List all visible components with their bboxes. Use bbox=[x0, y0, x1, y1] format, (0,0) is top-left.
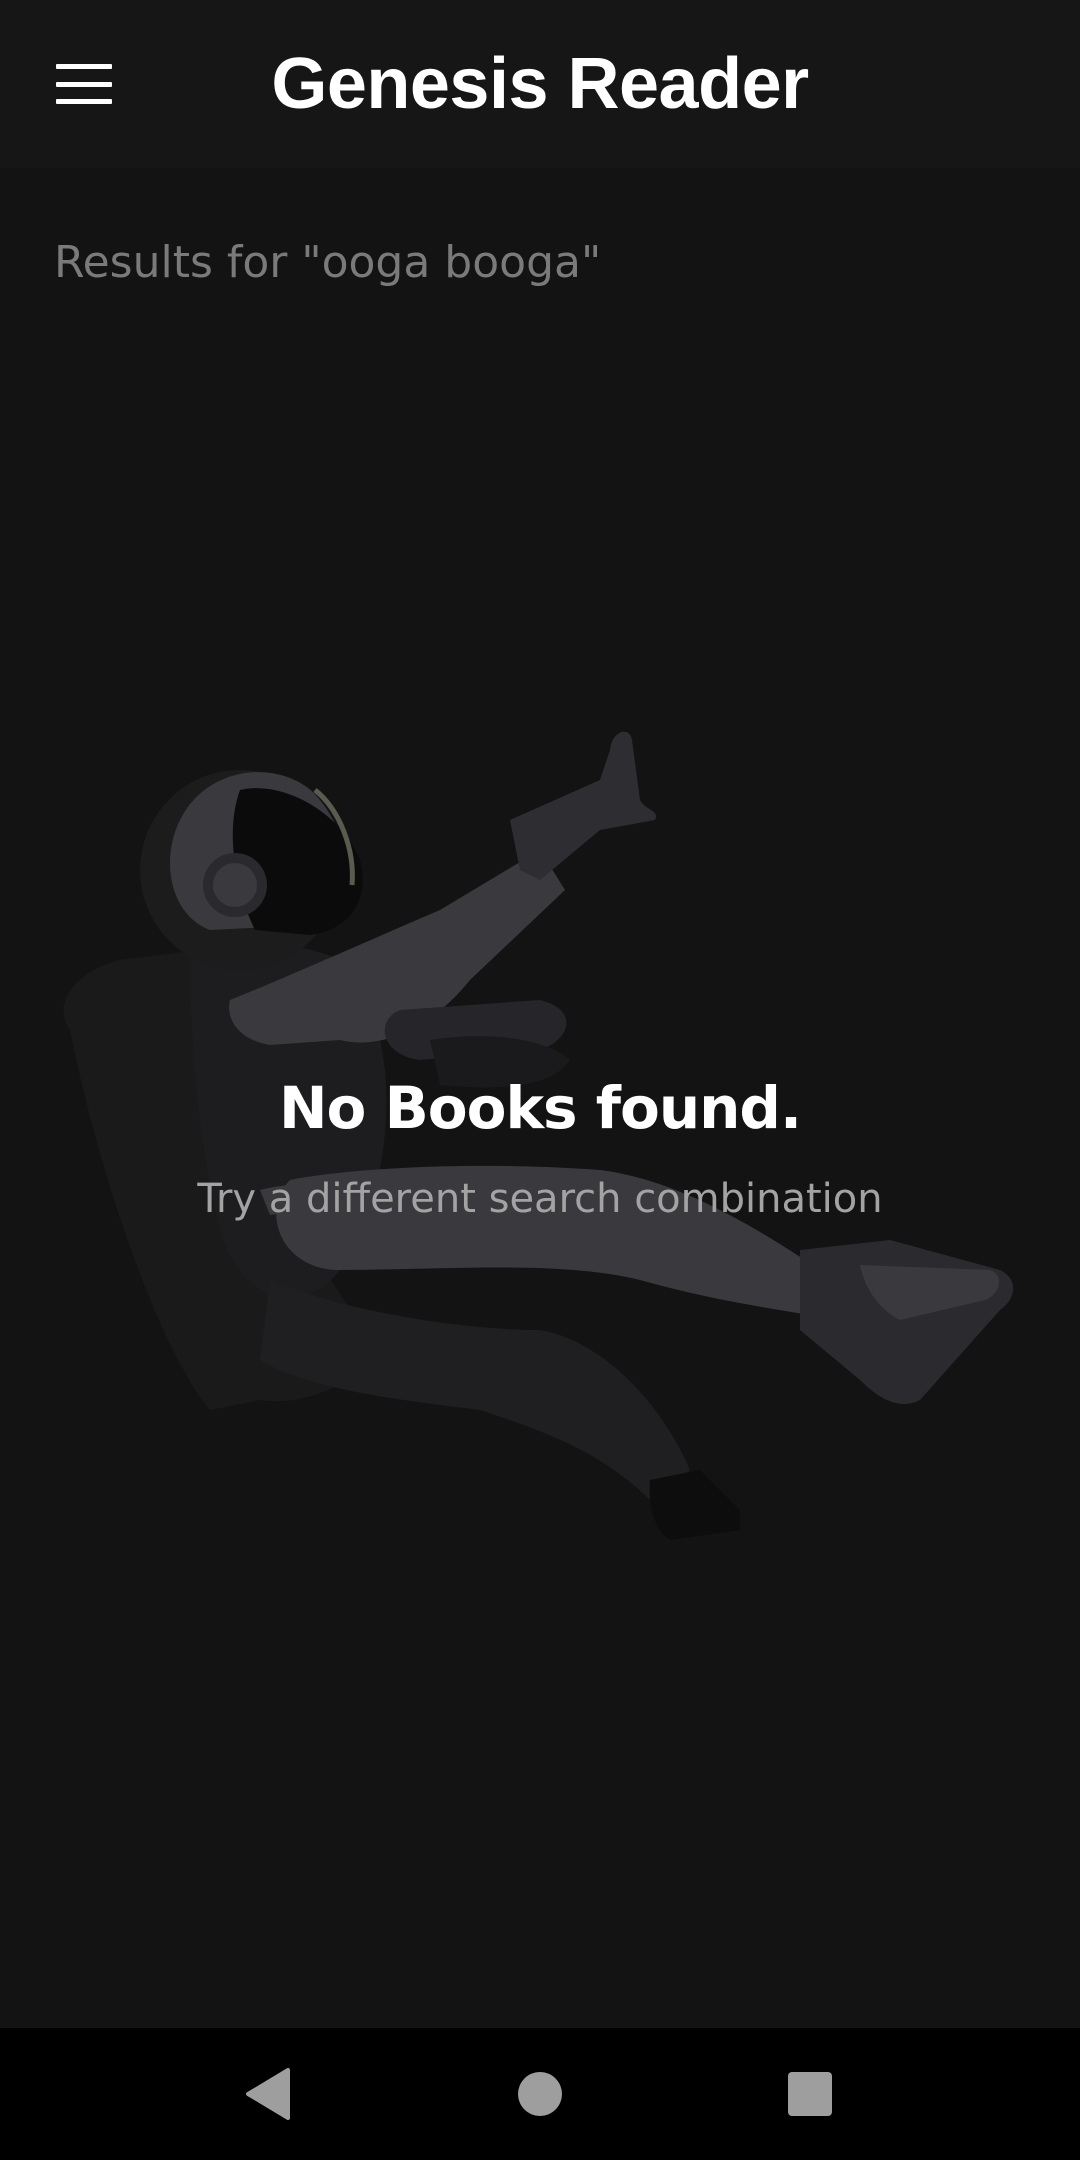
app-title: Genesis Reader bbox=[271, 44, 809, 124]
empty-state-subtitle: Try a different search combination bbox=[197, 1176, 883, 1222]
back-triangle-icon bbox=[246, 2068, 290, 2120]
home-circle-icon bbox=[518, 2072, 562, 2116]
app-bar: Genesis Reader bbox=[0, 0, 1080, 168]
empty-state-title: No Books found. bbox=[279, 1074, 802, 1142]
nav-recents-button[interactable] bbox=[770, 2054, 850, 2134]
recents-square-icon bbox=[788, 2072, 832, 2116]
search-results-label: Results for "ooga booga" bbox=[54, 237, 602, 288]
nav-home-button[interactable] bbox=[500, 2054, 580, 2134]
system-navigation-bar bbox=[0, 2028, 1080, 2160]
nav-back-button[interactable] bbox=[228, 2054, 308, 2134]
